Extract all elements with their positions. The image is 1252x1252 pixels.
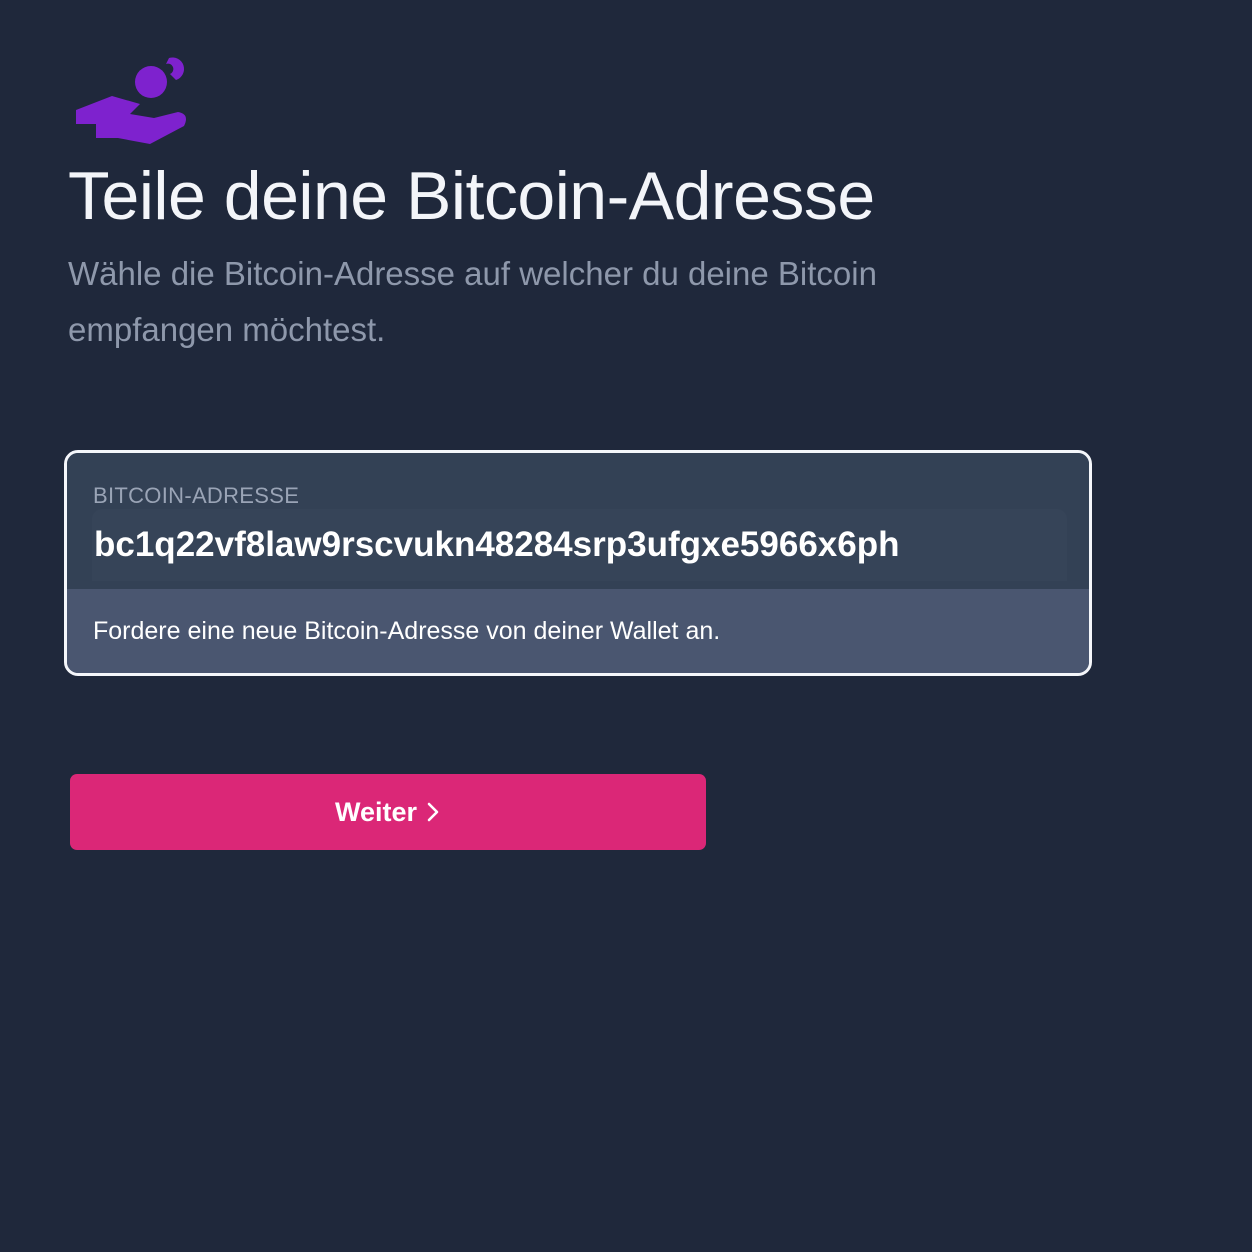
- page-title: Teile deine Bitcoin-Adresse: [68, 158, 875, 234]
- continue-button[interactable]: Weiter: [70, 774, 706, 850]
- hand-receiving-coin-icon: [76, 57, 186, 144]
- bitcoin-address-input[interactable]: [92, 509, 1067, 581]
- bitcoin-address-card: BITCOIN-ADRESSE Fordere eine neue Bitcoi…: [64, 450, 1092, 676]
- page-subtitle: Wähle die Bitcoin-Adresse auf welcher du…: [68, 255, 877, 348]
- address-hint-text: Fordere eine neue Bitcoin-Adresse von de…: [93, 617, 721, 645]
- address-input-group: BITCOIN-ADRESSE: [67, 453, 1089, 589]
- receive-address-page: Teile deine Bitcoin-Adresse Wähle die Bi…: [0, 0, 1252, 1252]
- continue-button-label: Weiter: [334, 796, 418, 827]
- address-label: BITCOIN-ADRESSE: [93, 483, 300, 508]
- address-hint-box: Fordere eine neue Bitcoin-Adresse von de…: [67, 589, 1089, 673]
- chevron-right-icon: [427, 802, 439, 822]
